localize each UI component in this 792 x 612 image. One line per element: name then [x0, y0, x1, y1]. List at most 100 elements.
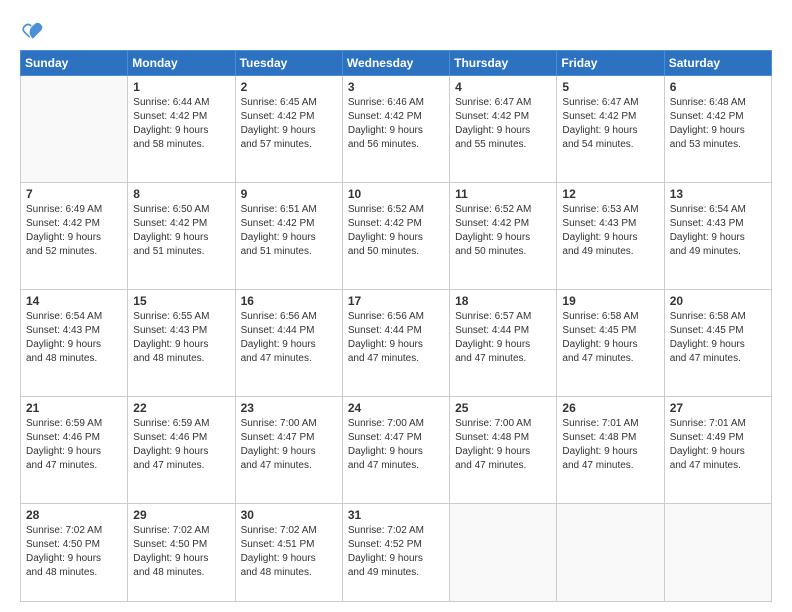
day-info: Sunrise: 6:59 AM Sunset: 4:46 PM Dayligh… [133, 417, 229, 473]
calendar-cell: 27 Sunrise: 7:01 AM Sunset: 4:49 PM Dayli… [664, 396, 771, 503]
day-number: 19 [562, 294, 658, 308]
day-info: Sunrise: 7:02 AM Sunset: 4:52 PM Dayligh… [348, 524, 444, 580]
calendar-cell: 31 Sunrise: 7:02 AM Sunset: 4:52 PM Dayli… [342, 503, 449, 601]
calendar-cell: 11 Sunrise: 6:52 AM Sunset: 4:42 PM Dayli… [450, 182, 557, 289]
calendar-cell [450, 503, 557, 601]
day-number: 25 [455, 401, 551, 415]
calendar-cell: 16 Sunrise: 6:56 AM Sunset: 4:44 PM Dayli… [235, 289, 342, 396]
calendar-cell [21, 76, 128, 183]
calendar-cell: 28Sunrise: 7:02 AM Sunset: 4:50 PM Dayli… [21, 503, 128, 601]
day-number: 31 [348, 508, 444, 522]
calendar-cell: 6 Sunrise: 6:48 AM Sunset: 4:42 PM Daylig… [664, 76, 771, 183]
day-info: Sunrise: 6:56 AM Sunset: 4:44 PM Dayligh… [241, 310, 337, 366]
day-info: Sunrise: 6:50 AM Sunset: 4:42 PM Dayligh… [133, 203, 229, 259]
calendar-cell: 29Sunrise: 7:02 AM Sunset: 4:50 PM Dayli… [128, 503, 235, 601]
calendar-cell: 21 Sunrise: 6:59 AM Sunset: 4:46 PM Dayli… [21, 396, 128, 503]
day-info: Sunrise: 7:00 AM Sunset: 4:47 PM Dayligh… [241, 417, 337, 473]
day-number: 14 [26, 294, 122, 308]
day-info: Sunrise: 7:02 AM Sunset: 4:50 PM Dayligh… [26, 524, 122, 580]
weekday-header-saturday: Saturday [664, 51, 771, 76]
day-number: 12 [562, 187, 658, 201]
calendar-cell: 18 Sunrise: 6:57 AM Sunset: 4:44 PM Dayli… [450, 289, 557, 396]
calendar-cell: 2 Sunrise: 6:45 AM Sunset: 4:42 PM Daylig… [235, 76, 342, 183]
calendar-cell: 10 Sunrise: 6:52 AM Sunset: 4:42 PM Dayli… [342, 182, 449, 289]
weekday-header-tuesday: Tuesday [235, 51, 342, 76]
day-info: Sunrise: 7:00 AM Sunset: 4:48 PM Dayligh… [455, 417, 551, 473]
day-number: 11 [455, 187, 551, 201]
day-number: 16 [241, 294, 337, 308]
day-info: Sunrise: 7:01 AM Sunset: 4:48 PM Dayligh… [562, 417, 658, 473]
day-info: Sunrise: 6:53 AM Sunset: 4:43 PM Dayligh… [562, 203, 658, 259]
calendar-cell: 25 Sunrise: 7:00 AM Sunset: 4:48 PM Dayli… [450, 396, 557, 503]
day-number: 22 [133, 401, 229, 415]
day-number: 3 [348, 80, 444, 94]
day-number: 27 [670, 401, 766, 415]
day-number: 17 [348, 294, 444, 308]
calendar-cell: 3 Sunrise: 6:46 AM Sunset: 4:42 PM Daylig… [342, 76, 449, 183]
day-number: 23 [241, 401, 337, 415]
day-info: Sunrise: 6:56 AM Sunset: 4:44 PM Dayligh… [348, 310, 444, 366]
weekday-header-row: SundayMondayTuesdayWednesdayThursdayFrid… [21, 51, 772, 76]
week-row-2: 7Sunrise: 6:49 AM Sunset: 4:42 PM Daylig… [21, 182, 772, 289]
calendar-cell: 8 Sunrise: 6:50 AM Sunset: 4:42 PM Daylig… [128, 182, 235, 289]
week-row-3: 14 Sunrise: 6:54 AM Sunset: 4:43 PM Dayli… [21, 289, 772, 396]
day-info: Sunrise: 6:59 AM Sunset: 4:46 PM Dayligh… [26, 417, 122, 473]
day-number: 26 [562, 401, 658, 415]
calendar-cell: 4 Sunrise: 6:47 AM Sunset: 4:42 PM Daylig… [450, 76, 557, 183]
weekday-header-monday: Monday [128, 51, 235, 76]
calendar-cell: 1 Sunrise: 6:44 AM Sunset: 4:42 PM Daylig… [128, 76, 235, 183]
day-number: 18 [455, 294, 551, 308]
calendar-table: SundayMondayTuesdayWednesdayThursdayFrid… [20, 50, 772, 602]
week-row-4: 21 Sunrise: 6:59 AM Sunset: 4:46 PM Dayli… [21, 396, 772, 503]
day-number: 1 [133, 80, 229, 94]
day-info: Sunrise: 6:58 AM Sunset: 4:45 PM Dayligh… [670, 310, 766, 366]
calendar-cell: 12 Sunrise: 6:53 AM Sunset: 4:43 PM Dayli… [557, 182, 664, 289]
day-number: 10 [348, 187, 444, 201]
day-number: 4 [455, 80, 551, 94]
day-number: 24 [348, 401, 444, 415]
day-number: 13 [670, 187, 766, 201]
calendar-cell: 17 Sunrise: 6:56 AM Sunset: 4:44 PM Dayli… [342, 289, 449, 396]
day-info: Sunrise: 6:58 AM Sunset: 4:45 PM Dayligh… [562, 310, 658, 366]
calendar-cell: 26 Sunrise: 7:01 AM Sunset: 4:48 PM Dayli… [557, 396, 664, 503]
day-info: Sunrise: 6:48 AM Sunset: 4:42 PM Dayligh… [670, 96, 766, 152]
day-info: Sunrise: 6:57 AM Sunset: 4:44 PM Dayligh… [455, 310, 551, 366]
day-info: Sunrise: 6:49 AM Sunset: 4:42 PM Dayligh… [26, 203, 122, 259]
calendar-cell [664, 503, 771, 601]
day-info: Sunrise: 6:52 AM Sunset: 4:42 PM Dayligh… [348, 203, 444, 259]
day-number: 2 [241, 80, 337, 94]
day-info: Sunrise: 6:51 AM Sunset: 4:42 PM Dayligh… [241, 203, 337, 259]
day-info: Sunrise: 6:46 AM Sunset: 4:42 PM Dayligh… [348, 96, 444, 152]
day-number: 20 [670, 294, 766, 308]
logo [20, 18, 48, 42]
calendar-cell [557, 503, 664, 601]
day-info: Sunrise: 6:44 AM Sunset: 4:42 PM Dayligh… [133, 96, 229, 152]
calendar-cell: 30 Sunrise: 7:02 AM Sunset: 4:51 PM Dayli… [235, 503, 342, 601]
day-number: 9 [241, 187, 337, 201]
day-number: 5 [562, 80, 658, 94]
header [20, 18, 772, 42]
calendar-cell: 15Sunrise: 6:55 AM Sunset: 4:43 PM Dayli… [128, 289, 235, 396]
day-info: Sunrise: 6:55 AM Sunset: 4:43 PM Dayligh… [133, 310, 229, 366]
week-row-1: 1 Sunrise: 6:44 AM Sunset: 4:42 PM Daylig… [21, 76, 772, 183]
day-info: Sunrise: 6:54 AM Sunset: 4:43 PM Dayligh… [26, 310, 122, 366]
calendar-cell: 19 Sunrise: 6:58 AM Sunset: 4:45 PM Dayli… [557, 289, 664, 396]
day-info: Sunrise: 7:02 AM Sunset: 4:51 PM Dayligh… [241, 524, 337, 580]
day-info: Sunrise: 6:47 AM Sunset: 4:42 PM Dayligh… [455, 96, 551, 152]
calendar-cell: 23 Sunrise: 7:00 AM Sunset: 4:47 PM Dayli… [235, 396, 342, 503]
day-number: 8 [133, 187, 229, 201]
weekday-header-sunday: Sunday [21, 51, 128, 76]
calendar-cell: 14 Sunrise: 6:54 AM Sunset: 4:43 PM Dayli… [21, 289, 128, 396]
day-info: Sunrise: 7:00 AM Sunset: 4:47 PM Dayligh… [348, 417, 444, 473]
day-number: 6 [670, 80, 766, 94]
day-number: 21 [26, 401, 122, 415]
calendar-cell: 24 Sunrise: 7:00 AM Sunset: 4:47 PM Dayli… [342, 396, 449, 503]
day-info: Sunrise: 7:01 AM Sunset: 4:49 PM Dayligh… [670, 417, 766, 473]
day-info: Sunrise: 6:52 AM Sunset: 4:42 PM Dayligh… [455, 203, 551, 259]
day-number: 30 [241, 508, 337, 522]
weekday-header-thursday: Thursday [450, 51, 557, 76]
week-row-5: 28Sunrise: 7:02 AM Sunset: 4:50 PM Dayli… [21, 503, 772, 601]
day-info: Sunrise: 6:45 AM Sunset: 4:42 PM Dayligh… [241, 96, 337, 152]
calendar-cell: 22 Sunrise: 6:59 AM Sunset: 4:46 PM Dayli… [128, 396, 235, 503]
calendar-cell: 9 Sunrise: 6:51 AM Sunset: 4:42 PM Daylig… [235, 182, 342, 289]
